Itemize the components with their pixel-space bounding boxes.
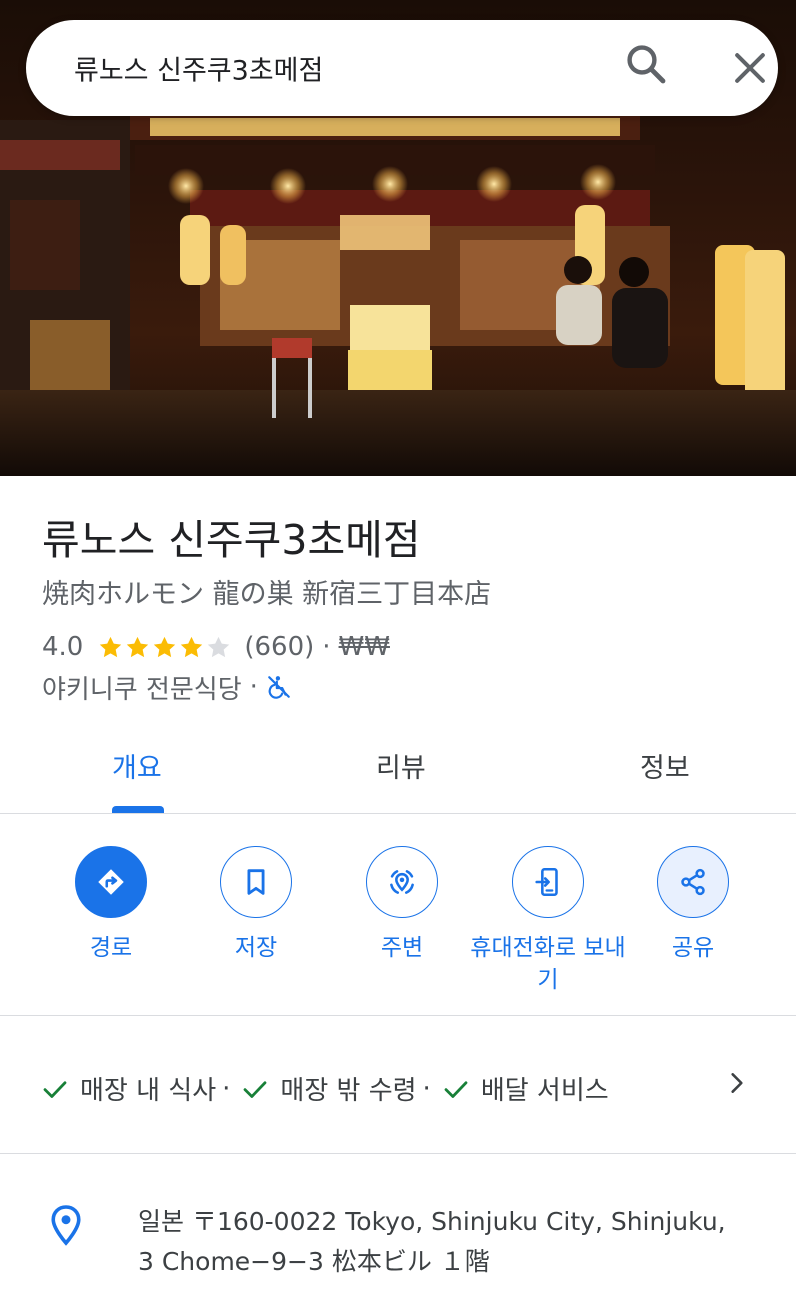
check-icon <box>43 1080 67 1098</box>
directions-circle <box>75 846 147 918</box>
active-tab-indicator <box>112 806 164 813</box>
close-icon[interactable] <box>728 46 772 90</box>
tab-reviews[interactable]: 리뷰 <box>376 746 426 785</box>
service-dine-in: 매장 내 식사 <box>80 1076 217 1106</box>
nearby-button[interactable]: 주변 <box>317 846 487 964</box>
star-empty-icon <box>208 636 230 657</box>
star-filled-icon <box>127 636 149 657</box>
address-line-2: 3 Chome−9−3 松本ビル １階 <box>138 1247 490 1276</box>
address-text: 일본 〒160-0022 Tokyo, Shinjuku City, Shinj… <box>138 1202 768 1282</box>
check-icon <box>444 1080 468 1098</box>
service-takeout: 매장 밖 수령 <box>280 1076 417 1106</box>
bookmark-icon <box>247 869 265 895</box>
star-rating <box>97 634 232 661</box>
star-filled-icon <box>154 636 176 657</box>
star-filled-icon <box>181 636 203 657</box>
separator-dot: · <box>249 672 258 702</box>
service-delivery: 배달 서비스 <box>480 1076 609 1106</box>
separator-dot: · <box>222 1073 231 1104</box>
send-to-phone-circle <box>512 846 584 918</box>
price-level: ₩₩ <box>338 632 390 662</box>
separator-dot: · <box>322 632 331 662</box>
address-line-1: 일본 〒160-0022 Tokyo, Shinjuku City, Shinj… <box>138 1207 726 1236</box>
tab-bar: 개요 리뷰 정보 <box>0 728 796 814</box>
directions-icon <box>98 869 124 895</box>
search-icon[interactable] <box>622 40 670 88</box>
search-bar[interactable]: 류노스 신주쿠3초메점 <box>26 20 778 116</box>
separator-dot: · <box>422 1073 431 1104</box>
share-button[interactable]: 공유 <box>608 846 778 964</box>
service-options-list: 매장 내 식사 · 매장 밖 수령 · 배달 서비스 <box>40 1070 609 1107</box>
share-label: 공유 <box>671 935 715 961</box>
wheelchair-inaccessible-icon <box>268 676 290 699</box>
action-buttons: 경로 저장 주변 휴대전화로 보내기 공유 <box>0 814 796 1016</box>
share-icon <box>681 868 705 896</box>
save-button[interactable]: 저장 <box>171 846 341 964</box>
place-category[interactable]: 야키니쿠 전문식당 <box>42 669 242 706</box>
send-to-phone-icon <box>535 867 558 897</box>
tab-about[interactable]: 정보 <box>640 746 690 785</box>
star-filled-icon <box>100 636 122 657</box>
tab-overview[interactable]: 개요 <box>112 746 162 785</box>
nearby-icon <box>390 870 414 894</box>
chevron-right-icon[interactable] <box>724 1070 750 1096</box>
service-options[interactable]: 매장 내 식사 · 매장 밖 수령 · 배달 서비스 <box>0 1016 796 1154</box>
share-circle <box>657 846 729 918</box>
rating-row[interactable]: 4.0 (660) · ₩₩ <box>42 628 390 666</box>
nearby-label: 주변 <box>380 935 424 961</box>
place-title: 류노스 신주쿠3초메점 <box>42 516 421 564</box>
save-label: 저장 <box>234 935 278 961</box>
nearby-circle <box>366 846 438 918</box>
rating-value: 4.0 <box>42 632 84 662</box>
check-icon <box>244 1080 267 1098</box>
category-row: 야키니쿠 전문식당 · <box>42 668 292 706</box>
review-count[interactable]: (660) <box>244 632 314 662</box>
location-pin-icon <box>51 1205 81 1246</box>
address-row[interactable]: 일본 〒160-0022 Tokyo, Shinjuku City, Shinj… <box>0 1154 796 1302</box>
place-subtitle: 焼肉ホルモン 龍の巣 新宿三丁目本店 <box>42 579 492 610</box>
search-input[interactable]: 류노스 신주쿠3초메점 <box>74 49 323 88</box>
save-circle <box>220 846 292 918</box>
